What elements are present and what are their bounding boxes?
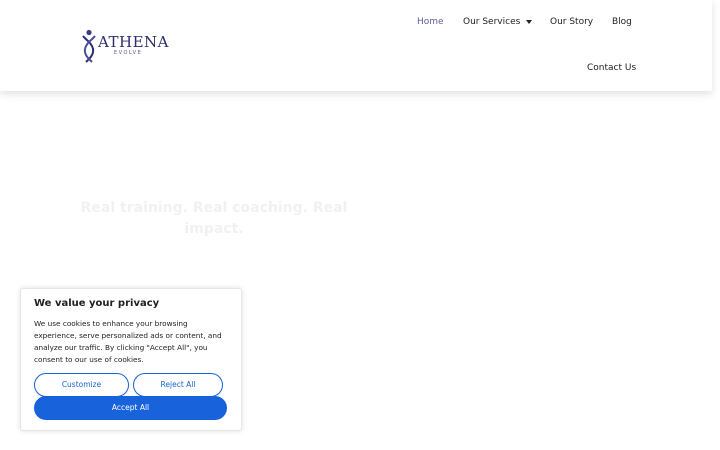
logo-subtitle: EVOLVE <box>114 50 143 56</box>
reject-all-button[interactable]: Reject All <box>133 373 223 397</box>
logo-wordmark: ATHENA <box>98 33 170 51</box>
nav-our-story[interactable]: Our Story <box>550 17 593 27</box>
nav-our-services-label: Our Services <box>463 17 521 27</box>
site-header: ATHENA EVOLVE Home Our Services Our Stor… <box>0 0 712 91</box>
nav-contact-us[interactable]: Contact Us <box>587 63 636 73</box>
nav-blog[interactable]: Blog <box>612 17 632 27</box>
accept-all-button[interactable]: Accept All <box>34 396 227 420</box>
caret-down-icon <box>526 19 533 24</box>
hero-title: Real training. Real coaching. Real impac… <box>80 200 348 237</box>
site-logo[interactable]: ATHENA EVOLVE <box>80 29 169 63</box>
cookie-consent-banner: We value your privacy We use cookies to … <box>20 288 242 431</box>
customize-button[interactable]: Customize <box>34 373 129 397</box>
figure-logo-icon <box>82 29 96 63</box>
cookie-banner-title: We value your privacy <box>34 298 160 309</box>
cookie-banner-text: We use cookies to enhance your browsing … <box>34 319 222 364</box>
nav-our-services[interactable]: Our Services <box>463 17 533 27</box>
nav-home[interactable]: Home <box>417 17 444 27</box>
